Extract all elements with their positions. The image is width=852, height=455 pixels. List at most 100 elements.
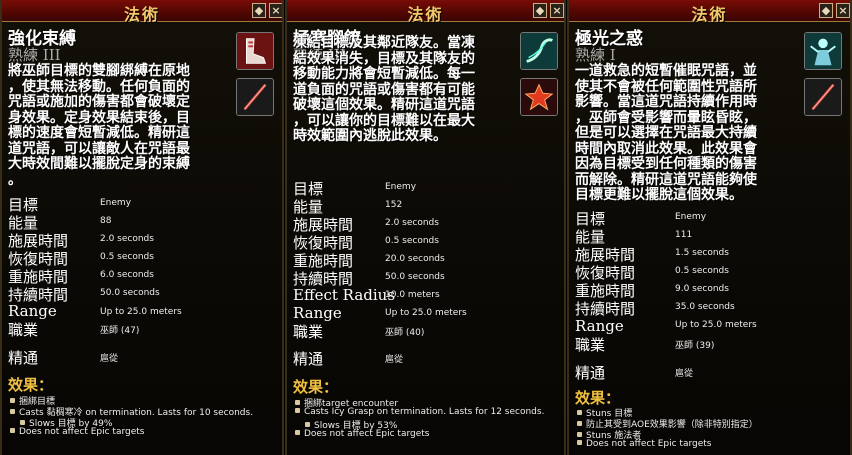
effects-title: 效果： <box>575 389 621 407</box>
stat-value-cast-time: 2.0 seconds <box>385 218 439 228</box>
stat-label-mastery: 精通 <box>293 350 324 368</box>
spell-panel-2: 法術 ◆ × 極寒腳鐐 熟練 III 凍結目標及其鄰近隊友。當凍 結效果消失，目… <box>285 0 566 455</box>
stat-label-mastery: 精通 <box>8 349 39 367</box>
spell-description-line: 但是可以選擇在咒語最大持續 <box>575 125 757 141</box>
spell-description-line: 影響。當這道咒語持續作用時 <box>575 94 757 110</box>
stat-value-cast-time: 1.5 seconds <box>675 248 729 258</box>
ghost-figure-icon[interactable] <box>804 32 842 70</box>
stat-value-class: 巫師 (40) <box>385 328 425 338</box>
stat-value-power: 152 <box>385 200 403 210</box>
spell-description-line: 道咒語，可以讓敵人在咒語最 <box>8 140 190 157</box>
stat-value-class: 巫師 (39) <box>675 341 715 351</box>
bullet-icon <box>10 428 15 433</box>
stat-label-class: 職業 <box>8 321 39 339</box>
spell-description-line: 移動能力將會短暫減低。每一 <box>293 66 475 82</box>
spell-description-line: 結效果消失，目標及其隊友的 <box>293 50 475 67</box>
bullet-icon <box>295 400 300 405</box>
menu-button[interactable]: ◆ <box>819 3 833 18</box>
spell-description-line: 而解除。精研這道咒語能夠使 <box>575 171 757 188</box>
close-button[interactable]: × <box>836 3 850 18</box>
window-title: 法術 <box>691 5 728 24</box>
window-titlebar[interactable]: 法術 ◆ × <box>569 0 850 24</box>
window-titlebar[interactable]: 法術 ◆ × <box>287 0 564 24</box>
spell-description-line: 因為目標受到任何種類的傷害 <box>575 156 757 172</box>
spell-description-line: 身效果。定身效果結束後，目 <box>8 109 190 126</box>
effect-line: Does not affect Epic targets <box>295 429 429 439</box>
stat-value-cast-time: 2.0 seconds <box>100 234 154 244</box>
stat-value-effect-radius: 10.0 meters <box>385 290 440 300</box>
spell-description-line: 。 <box>8 171 22 188</box>
window-title: 法術 <box>123 5 160 24</box>
stat-value-mastery: 扈從 <box>100 354 119 364</box>
menu-button[interactable]: ◆ <box>252 3 266 18</box>
stat-value-mastery: 扈從 <box>385 355 404 365</box>
stat-value-duration: 50.0 seconds <box>100 288 160 298</box>
staff-icon[interactable] <box>804 78 842 116</box>
stat-value-power: 88 <box>100 216 112 226</box>
stat-value-duration: 35.0 seconds <box>675 302 735 312</box>
stat-value-duration: 50.0 seconds <box>385 272 445 282</box>
frost-swirl-icon[interactable] <box>520 32 558 70</box>
bullet-icon <box>10 398 15 403</box>
close-button[interactable]: × <box>550 3 564 18</box>
spell-description-line: 目標更難以擺脫這個效果。 <box>575 187 743 203</box>
effect-line: Does not affect Epic targets <box>10 427 144 437</box>
stat-label-effect-radius: Effect Radius <box>293 286 396 304</box>
stat-value-recovery: 0.5 seconds <box>675 266 729 276</box>
close-button[interactable]: × <box>269 3 282 18</box>
red-star-icon[interactable] <box>520 78 558 116</box>
stat-label-mastery: 精通 <box>575 364 606 382</box>
stat-value-recast: 6.0 seconds <box>100 270 154 280</box>
effect-line: Casts Icy Grasp on termination. Lasts fo… <box>295 407 544 417</box>
bullet-icon <box>295 430 300 435</box>
stat-value-recovery: 0.5 seconds <box>385 236 439 246</box>
spell-description-line: 破壞這個效果。精研這道咒語 <box>293 97 475 113</box>
stat-label-range: Range <box>8 302 57 320</box>
bullet-icon <box>20 420 25 425</box>
bullet-icon <box>577 432 582 437</box>
staff-icon[interactable] <box>236 78 274 116</box>
menu-button[interactable]: ◆ <box>533 3 547 18</box>
spell-description-line: ，巫師會受影響而暈眩昏眩， <box>575 109 757 126</box>
spell-description-line: ，使其無法移動。任何負面的 <box>8 78 190 95</box>
stat-value-range: Up to 25.0 meters <box>100 307 182 317</box>
stat-value-range: Up to 25.0 meters <box>675 320 757 330</box>
stat-value-mastery: 扈從 <box>675 369 694 379</box>
bullet-icon <box>305 422 310 427</box>
stat-value-target: Enemy <box>100 198 132 208</box>
bullet-icon <box>577 421 582 426</box>
stat-value-recast: 9.0 seconds <box>675 284 729 294</box>
stat-value-power: 111 <box>675 230 693 240</box>
effect-line: Does not affect Epic targets <box>577 439 711 449</box>
bullet-icon <box>577 410 582 415</box>
spell-description-line: 時效範圍內逃脫此效果。 <box>293 128 447 144</box>
stat-label-range: Range <box>575 317 624 335</box>
stat-label-duration: 持續時間 <box>575 300 636 318</box>
effects-title: 效果： <box>293 378 339 396</box>
stat-label-class: 職業 <box>293 323 324 341</box>
spell-description-line: 凍結目標及其鄰近隊友。當凍 <box>293 35 475 51</box>
spell-panel-3: 法術 ◆ × 極光之惑 熟練 I 一道救急的短暫催眠咒語，並 使其不會被任何範圍… <box>567 0 852 455</box>
stat-value-class: 巫師 (47) <box>100 326 140 336</box>
stat-value-range: Up to 25.0 meters <box>385 308 467 318</box>
boots-icon[interactable] <box>236 32 274 70</box>
spell-rank: 熟練 III <box>8 46 61 64</box>
effects-title: 效果： <box>8 376 54 394</box>
spell-description-line: 道負面的咒語或傷害都有可能 <box>293 81 475 98</box>
bullet-icon <box>10 409 15 414</box>
spell-description-line: 將巫師目標的雙腳綁縛在原地 <box>8 63 190 79</box>
bullet-icon <box>577 440 582 445</box>
spell-description-line: 時間內取消此效果。此效果會 <box>575 140 757 157</box>
stat-value-recast: 20.0 seconds <box>385 254 445 264</box>
stat-value-target: Enemy <box>675 212 707 222</box>
spell-description-line: 一道救急的短暫催眠咒語，並 <box>575 63 757 79</box>
spell-description-line: ，可以讓你的目標難以在最大 <box>293 112 475 129</box>
spell-description-line: 標的速度會短暫減低。精研這 <box>8 125 190 141</box>
spell-panel-1: 法術 ◆ × 強化束縛 熟練 III 將巫師目標的雙腳綁縛在原地 ，使其無法移動… <box>0 0 284 455</box>
stat-value-target: Enemy <box>385 182 417 192</box>
stat-label-range: Range <box>293 304 342 322</box>
window-titlebar[interactable]: 法術 ◆ × <box>2 0 282 24</box>
spell-rank: 熟練 I <box>575 46 616 64</box>
stat-label-class: 職業 <box>575 336 606 354</box>
stat-value-recovery: 0.5 seconds <box>100 252 154 262</box>
